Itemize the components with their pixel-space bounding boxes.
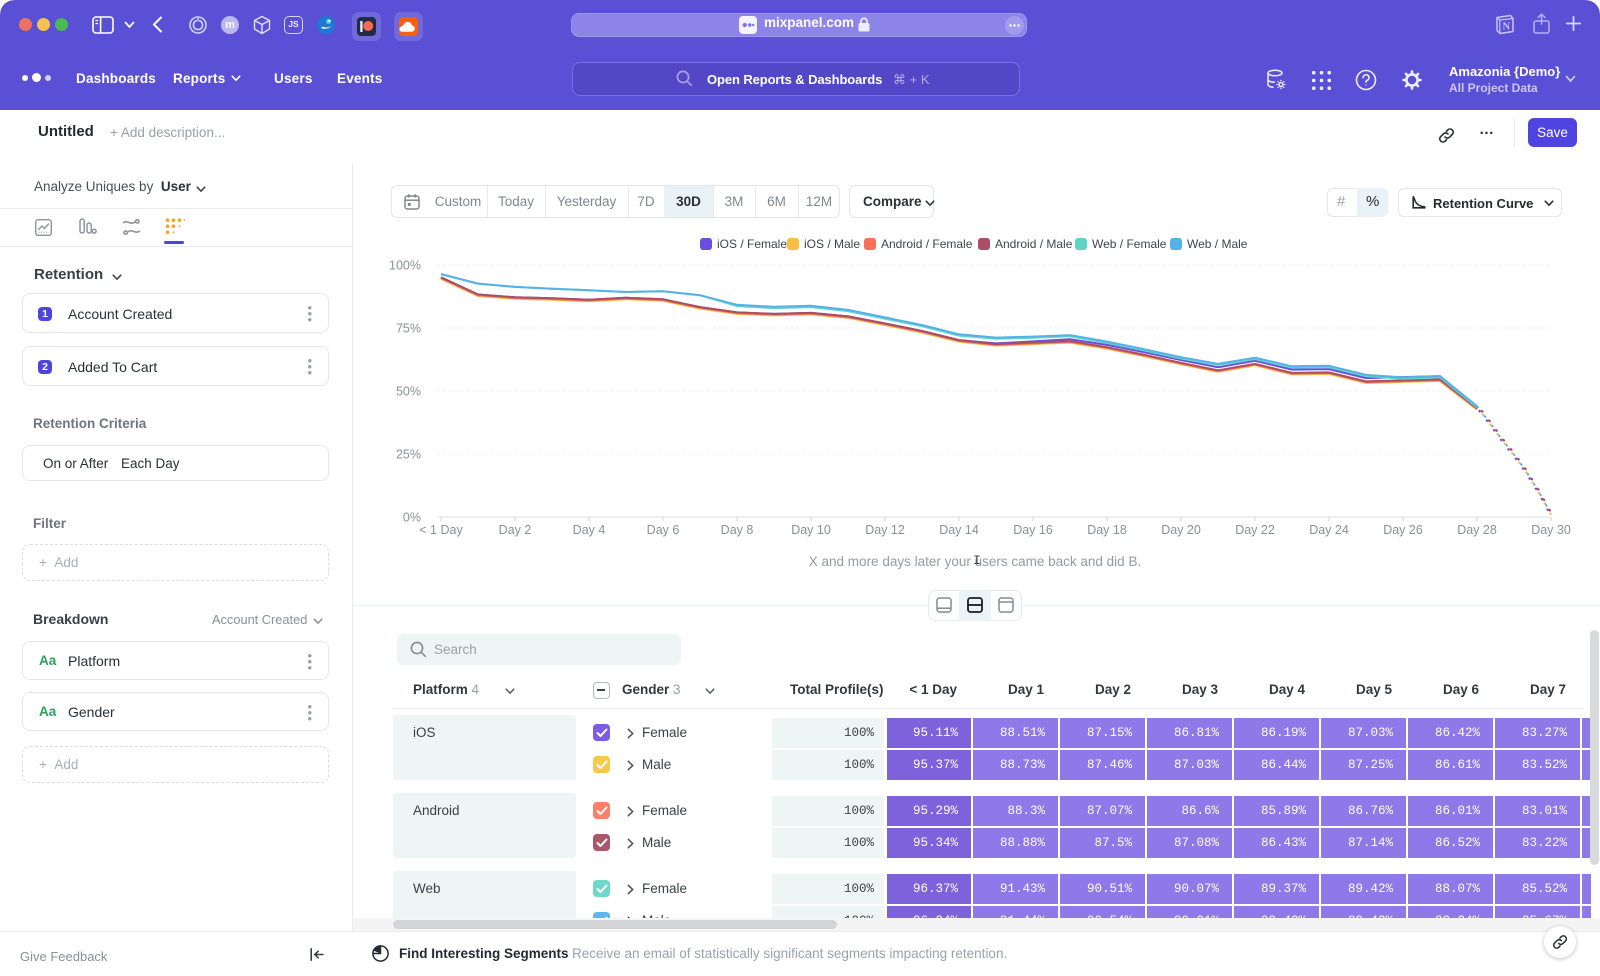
svg-text:Day 28: Day 28: [1457, 523, 1497, 537]
svg-text:Day 8: Day 8: [721, 523, 754, 537]
svg-text:Day 24: Day 24: [1309, 523, 1349, 537]
svg-text:Day 2: Day 2: [499, 523, 532, 537]
svg-text:Day 10: Day 10: [791, 523, 831, 537]
svg-text:Day 20: Day 20: [1161, 523, 1201, 537]
svg-text:Day 18: Day 18: [1087, 523, 1127, 537]
svg-text:Day 6: Day 6: [647, 523, 680, 537]
svg-text:Day 14: Day 14: [939, 523, 979, 537]
svg-text:N: N: [1503, 22, 1511, 33]
svg-text:Day 22: Day 22: [1235, 523, 1275, 537]
svg-text:Day 4: Day 4: [573, 523, 606, 537]
svg-text:25%: 25%: [396, 448, 421, 462]
svg-text:< 1 Day: < 1 Day: [419, 523, 463, 537]
svg-text:Day 26: Day 26: [1383, 523, 1423, 537]
svg-text:Day 12: Day 12: [865, 523, 905, 537]
svg-text:75%: 75%: [396, 322, 421, 336]
svg-text:50%: 50%: [396, 385, 421, 399]
svg-text:Day 16: Day 16: [1013, 523, 1053, 537]
svg-text:100%: 100%: [389, 259, 421, 273]
svg-text:Day 30: Day 30: [1531, 523, 1571, 537]
svg-text:0%: 0%: [403, 511, 421, 525]
